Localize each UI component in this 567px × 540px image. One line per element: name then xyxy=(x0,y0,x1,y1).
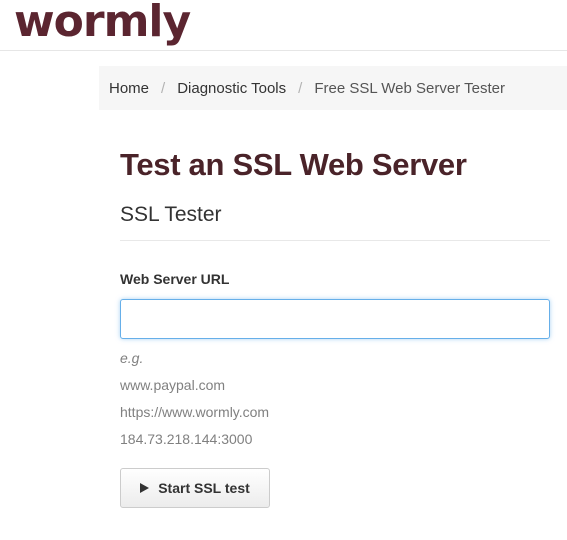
start-ssl-test-button[interactable]: Start SSL test xyxy=(120,468,270,508)
breadcrumb: Home / Diagnostic Tools / Free SSL Web S… xyxy=(99,66,567,110)
example-url-ip: 184.73.218.144:3000 xyxy=(120,431,253,447)
example-url-paypal: www.paypal.com xyxy=(120,377,226,393)
page-title: Test an SSL Web Server xyxy=(120,147,467,182)
breadcrumb-home[interactable]: Home xyxy=(109,80,149,97)
example-url-wormly: https://www.wormly.com xyxy=(120,404,270,420)
play-icon xyxy=(140,483,150,493)
url-field-label: Web Server URL xyxy=(120,271,230,287)
breadcrumb-separator: / xyxy=(161,79,166,97)
top-bar: wormly xyxy=(0,0,567,51)
breadcrumb-diagnostic-tools[interactable]: Diagnostic Tools xyxy=(177,80,286,97)
divider xyxy=(120,240,550,241)
help-eg: e.g. xyxy=(120,350,144,366)
page-subtitle: SSL Tester xyxy=(120,203,222,226)
breadcrumb-current-page: Free SSL Web Server Tester xyxy=(314,79,505,97)
breadcrumb-separator: / xyxy=(298,79,303,97)
web-server-url-input[interactable] xyxy=(120,299,550,339)
logo-text: wormly xyxy=(14,0,191,47)
wormly-logo[interactable]: wormly xyxy=(14,0,191,48)
start-ssl-test-label: Start SSL test xyxy=(158,480,250,496)
